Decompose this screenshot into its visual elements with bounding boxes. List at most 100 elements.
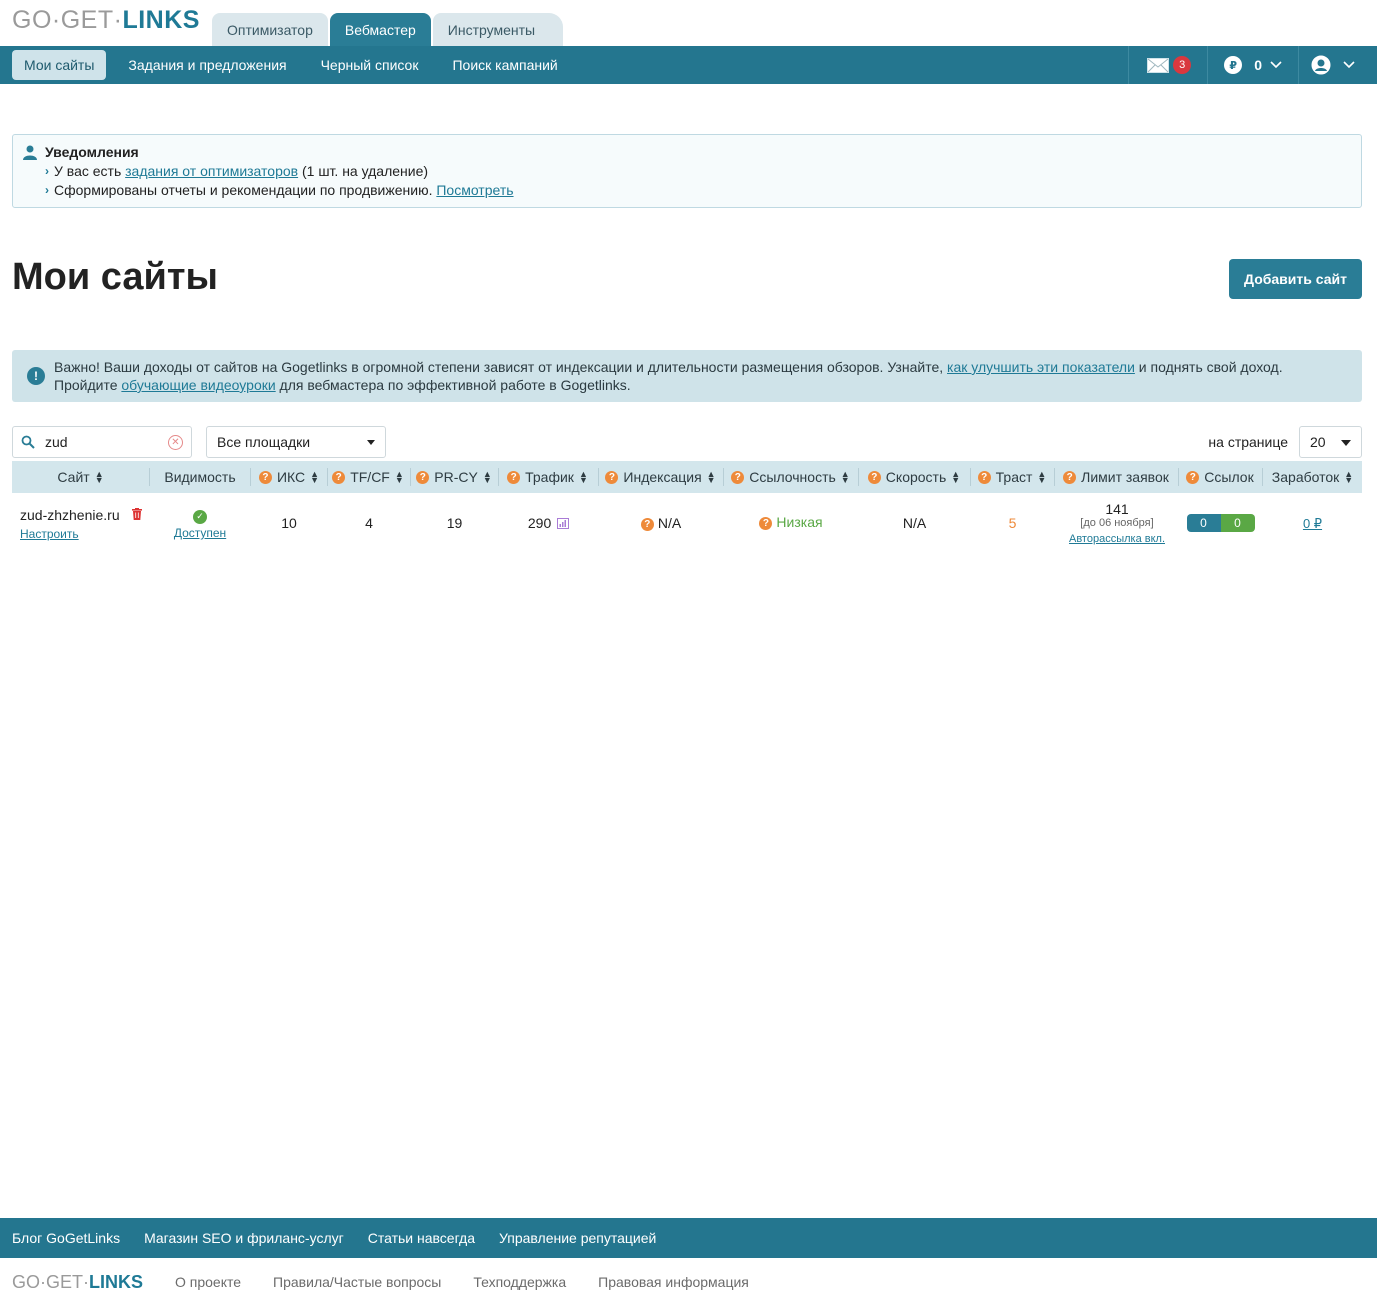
footer-legal-link[interactable]: Правовая информация <box>598 1274 749 1290</box>
help-icon: ? <box>731 470 745 484</box>
col-trust[interactable]: ? Траст ▲ ▼ <box>971 461 1053 493</box>
visibility-status-link[interactable]: Доступен <box>174 526 226 540</box>
help-icon: ? <box>867 470 881 484</box>
logo[interactable]: GO·GET·LINKS <box>12 6 200 35</box>
footer-shop-link[interactable]: Магазин SEO и фриланс-услуг <box>144 1230 344 1246</box>
help-icon: ? <box>507 470 521 484</box>
indexation-value: N/A <box>657 515 682 531</box>
prcy-value: 19 <box>446 515 463 531</box>
links-counter[interactable]: 00 <box>1186 514 1255 532</box>
info-banner: ! Важно! Ваши доходы от сайтов на Gogetl… <box>12 350 1362 402</box>
tab-webmaster[interactable]: Вебмастер <box>329 13 431 46</box>
iks-value: 10 <box>281 515 297 531</box>
sites-table-header: Сайт ▲ ▼ Видимость ? ИКС ▲ ▼ ? TF/CF ▲ ▼ ? PR-CY ▲… <box>12 461 1362 493</box>
site-domain: zud-zhzhenie.ru <box>20 507 120 523</box>
links-green-count: 0 <box>1220 514 1255 532</box>
nav-my-sites[interactable]: Мои сайты <box>12 50 107 80</box>
search-input[interactable] <box>45 434 155 450</box>
col-traffic[interactable]: ? Трафик ▲ ▼ <box>499 461 596 493</box>
mail-icon <box>1147 57 1170 73</box>
footer-reputation-link[interactable]: Управление репутацией <box>499 1230 656 1246</box>
sort-icon: ▲ ▼ <box>706 469 716 485</box>
messages-badge: 3 <box>1173 56 1192 74</box>
platforms-select[interactable]: Все площадки <box>206 426 386 458</box>
speed-value: N/A <box>902 515 927 531</box>
help-icon: ? <box>1186 470 1200 484</box>
optimizer-tasks-link[interactable]: задания от оптимизаторов <box>125 163 298 179</box>
col-tfcf[interactable]: ? TF/CF ▲ ▼ <box>328 461 408 493</box>
sort-icon: ▲ ▼ <box>578 469 588 485</box>
user-icon <box>1311 55 1331 75</box>
sort-icon: ▲ ▼ <box>1037 469 1047 485</box>
chart-icon[interactable] <box>557 518 570 529</box>
add-site-button[interactable]: Добавить сайт <box>1229 259 1362 299</box>
footer-articles-link[interactable]: Статьи навсегда <box>368 1230 475 1246</box>
col-site[interactable]: Сайт ▲ ▼ <box>12 461 149 493</box>
user-menu[interactable] <box>1298 46 1377 84</box>
tfcf-value: 4 <box>365 515 373 531</box>
col-indexation[interactable]: ? Индексация ▲ ▼ <box>599 461 722 493</box>
col-linkage[interactable]: ? Ссылочность ▲ ▼ <box>724 461 857 493</box>
footer-support-link[interactable]: Техподдержка <box>473 1274 566 1290</box>
col-earnings[interactable]: Заработок ▲ ▼ <box>1263 461 1362 493</box>
view-reports-link[interactable]: Посмотреть <box>436 182 513 198</box>
video-lessons-link[interactable]: обучающие видеоуроки <box>121 377 275 393</box>
configure-site-link[interactable]: Настроить <box>20 527 79 541</box>
check-icon: ✓ <box>193 509 207 524</box>
footer-logo[interactable]: GO·GET·LINKS <box>12 1272 143 1293</box>
messages-button[interactable]: 3 <box>1128 46 1207 84</box>
sort-icon: ▲ ▼ <box>1344 469 1354 485</box>
caret-down-icon <box>367 440 375 445</box>
limit-value: 141 <box>1105 501 1129 517</box>
caret-down-icon <box>1341 440 1351 446</box>
chevron-right-icon: › <box>45 183 49 197</box>
sort-icon: ▲ ▼ <box>840 469 850 485</box>
linkage-value: Низкая <box>776 514 823 530</box>
col-iks[interactable]: ? ИКС ▲ ▼ <box>251 461 327 493</box>
col-links: ? Ссылок <box>1179 461 1261 493</box>
sort-icon: ▲ ▼ <box>951 469 961 485</box>
nav-right: 3 ₽ 0 <box>1128 46 1377 84</box>
footer-blog-link[interactable]: Блог GoGetLinks <box>12 1230 120 1246</box>
per-page-label: на странице <box>1208 434 1288 450</box>
main-nav: Мои сайты Задания и предложения Черный с… <box>0 46 1377 84</box>
tab-tools[interactable]: Инструменты <box>432 13 564 46</box>
improve-metrics-link[interactable]: как улучшить эти показатели <box>947 359 1135 375</box>
nav-campaign-search[interactable]: Поиск кампаний <box>440 50 569 80</box>
page-title: Мои сайты <box>12 256 218 298</box>
links-blue-count: 0 <box>1186 514 1221 532</box>
autosend-link[interactable]: Авторассылка вкл. <box>1069 533 1165 545</box>
col-request-limit: ? Лимит заявок <box>1055 461 1177 493</box>
col-speed[interactable]: ? Скорость ▲ ▼ <box>859 461 969 493</box>
footer-faq-link[interactable]: Правила/Частые вопросы <box>273 1274 441 1290</box>
sort-icon: ▲ ▼ <box>94 469 104 485</box>
footer-links-bar: Блог GoGetLinks Магазин SEO и фриланс-ус… <box>0 1218 1377 1258</box>
nav-tasks-offers[interactable]: Задания и предложения <box>116 50 298 80</box>
notifications-panel: Уведомления › У вас есть задания от опти… <box>12 134 1362 208</box>
col-prcy[interactable]: ? PR-CY ▲ ▼ <box>411 461 497 493</box>
nav-blacklist[interactable]: Черный список <box>309 50 431 80</box>
chevron-down-icon <box>1270 61 1282 69</box>
site-search[interactable]: ✕ <box>12 426 192 458</box>
chevron-down-icon <box>1343 61 1355 69</box>
help-icon: ? <box>416 470 430 484</box>
footer-bottom: GO·GET·LINKS О проекте Правила/Частые во… <box>0 1258 1377 1306</box>
notifications-title: Уведомления <box>45 144 139 160</box>
sort-icon: ▲ ▼ <box>482 469 492 485</box>
footer-about-link[interactable]: О проекте <box>175 1274 241 1290</box>
help-icon[interactable]: ? <box>759 516 773 530</box>
search-icon <box>21 435 35 449</box>
help-icon: ? <box>1063 470 1077 484</box>
trust-value: 5 <box>1008 515 1017 531</box>
balance-menu[interactable]: ₽ 0 <box>1207 46 1298 84</box>
top-header: GO·GET·LINKS Оптимизатор Вебмастер Инстр… <box>0 0 1377 46</box>
sort-icon: ▲ ▼ <box>310 469 320 485</box>
notification-item: › У вас есть задания от оптимизаторов (1… <box>45 163 429 179</box>
earnings-link[interactable]: 0 ₽ <box>1303 516 1322 531</box>
help-icon[interactable]: ? <box>640 517 654 531</box>
per-page-select[interactable]: 20 <box>1299 426 1362 458</box>
trash-icon[interactable] <box>131 507 142 523</box>
tab-optimizer[interactable]: Оптимизатор <box>212 13 328 46</box>
clear-icon[interactable]: ✕ <box>168 435 183 450</box>
info-icon: ! <box>27 367 45 385</box>
